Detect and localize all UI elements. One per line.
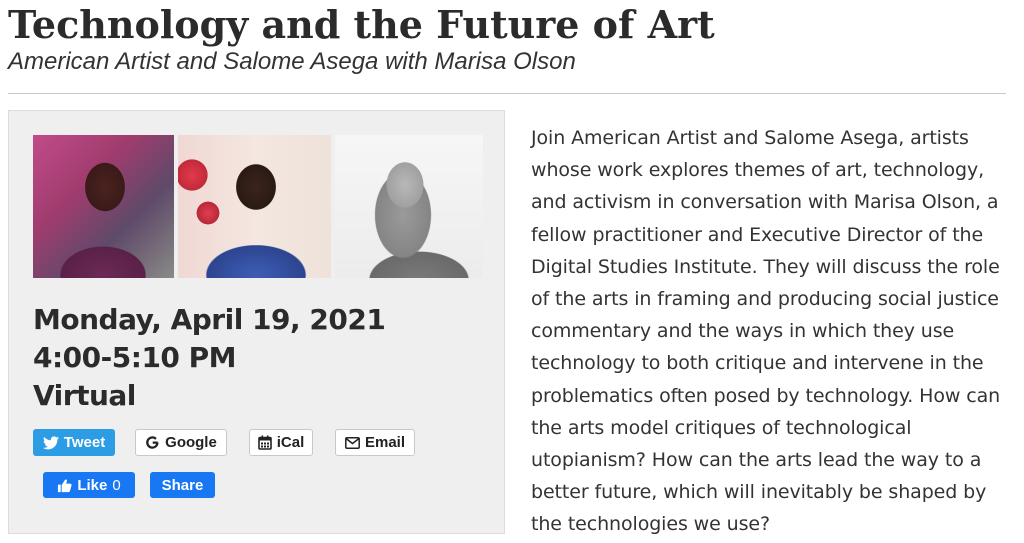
page-title: Technology and the Future of Art bbox=[8, 2, 715, 47]
page-subtitle: American Artist and Salome Asega with Ma… bbox=[8, 48, 576, 75]
envelope-icon bbox=[345, 436, 360, 449]
event-card: Monday, April 19, 2021 4:00-5:10 PM Virt… bbox=[8, 110, 505, 534]
event-time: 4:00-5:10 PM bbox=[33, 341, 237, 374]
share-label: Share bbox=[161, 476, 204, 494]
email-button[interactable]: Email bbox=[335, 429, 415, 456]
calendar-icon bbox=[257, 435, 272, 450]
header-divider bbox=[8, 93, 1006, 94]
google-label: Google bbox=[165, 434, 217, 451]
facebook-like-button[interactable]: Like 0 bbox=[43, 472, 135, 498]
ical-label: iCal bbox=[276, 434, 305, 451]
event-description: Join American Artist and Salome Asega, a… bbox=[531, 127, 1001, 536]
twitter-bird-icon bbox=[42, 435, 59, 450]
speaker-photo-american-artist bbox=[33, 135, 174, 278]
google-calendar-button[interactable]: Google bbox=[135, 429, 227, 456]
like-count: 0 bbox=[112, 476, 121, 494]
thumbs-up-icon bbox=[57, 478, 72, 493]
event-info: Monday, April 19, 2021 4:00-5:10 PM Virt… bbox=[33, 301, 386, 415]
event-date: Monday, April 19, 2021 bbox=[33, 303, 386, 336]
google-g-icon bbox=[145, 435, 160, 450]
ical-button[interactable]: iCal bbox=[249, 429, 313, 456]
event-location: Virtual bbox=[33, 379, 136, 412]
speaker-photo-marisa-olson bbox=[335, 135, 483, 278]
speaker-photos bbox=[33, 135, 483, 278]
tweet-button[interactable]: Tweet bbox=[33, 429, 115, 456]
speaker-photo-salome-asega bbox=[178, 135, 331, 278]
tweet-label: Tweet bbox=[63, 434, 106, 451]
facebook-share-button[interactable]: Share bbox=[150, 472, 215, 498]
email-label: Email bbox=[364, 434, 406, 451]
like-label: Like bbox=[77, 476, 108, 494]
